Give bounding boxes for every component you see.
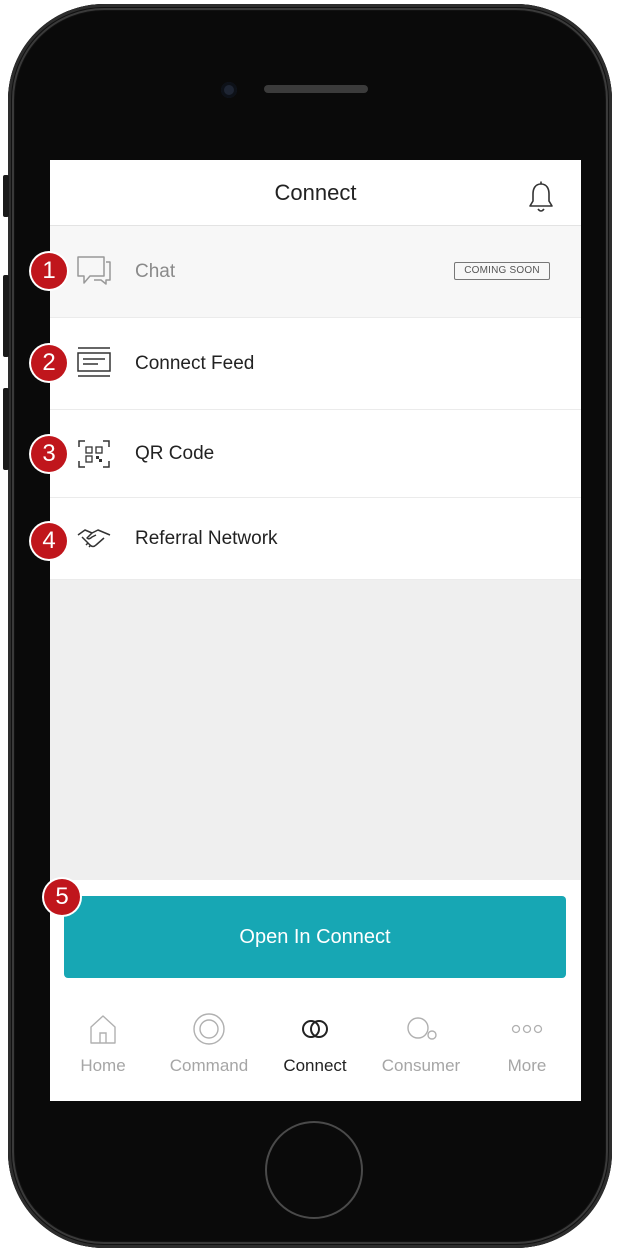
tab-command[interactable]: Command	[157, 1012, 261, 1092]
menu-item-chat[interactable]: Chat COMING SOON	[50, 226, 581, 318]
consumer-icon	[407, 1017, 437, 1040]
callout-marker-4: 4	[31, 523, 67, 559]
home-icon	[90, 1015, 116, 1044]
tab-label-consumer: Consumer	[381, 1056, 461, 1075]
menu-label-referral-network: Referral Network	[135, 528, 278, 549]
app-screen: Connect Chat COMING SOON Connect Feed QR…	[50, 160, 581, 1101]
qr-code-icon	[78, 440, 110, 468]
page-title: Connect	[274, 180, 357, 205]
front-camera	[221, 82, 237, 98]
callout-marker-1: 1	[31, 253, 67, 289]
tab-label-more: More	[507, 1056, 547, 1075]
menu-item-qr-code[interactable]: QR Code	[50, 410, 581, 498]
tab-label-home: Home	[80, 1056, 126, 1075]
bell-icon[interactable]	[526, 180, 556, 214]
empty-content-area	[50, 580, 581, 880]
feed-icon	[77, 347, 111, 377]
open-in-connect-button[interactable]: Open In Connect	[64, 896, 566, 978]
callout-marker-3: 3	[31, 436, 67, 472]
tab-connect[interactable]: Connect	[263, 1012, 367, 1092]
earpiece-speaker	[264, 85, 368, 93]
tab-more[interactable]: More	[475, 1012, 579, 1092]
command-target-icon	[193, 1013, 225, 1045]
menu-label-qr-code: QR Code	[135, 443, 215, 464]
coming-soon-badge: COMING SOON	[454, 262, 550, 280]
menu-label-connect-feed: Connect Feed	[135, 353, 255, 374]
tab-label-connect: Connect	[283, 1056, 347, 1075]
tab-consumer[interactable]: Consumer	[369, 1012, 473, 1092]
callout-marker-2: 2	[31, 345, 67, 381]
volume-down-button	[3, 388, 9, 470]
more-dots-icon	[511, 1024, 543, 1034]
menu-item-referral-network[interactable]: Referral Network	[50, 498, 581, 580]
connect-rings-icon	[302, 1020, 328, 1038]
mute-switch	[3, 175, 9, 217]
tab-label-command: Command	[169, 1056, 249, 1075]
chat-bubble-icon	[77, 256, 111, 285]
handshake-icon	[77, 529, 111, 548]
menu-label-chat: Chat	[135, 261, 176, 282]
app-header: Connect	[50, 160, 581, 226]
home-hardware-button[interactable]	[265, 1121, 363, 1219]
tab-home[interactable]: Home	[51, 1012, 155, 1092]
menu-item-connect-feed[interactable]: Connect Feed	[50, 318, 581, 410]
volume-up-button	[3, 275, 9, 357]
callout-marker-5: 5	[44, 879, 80, 915]
